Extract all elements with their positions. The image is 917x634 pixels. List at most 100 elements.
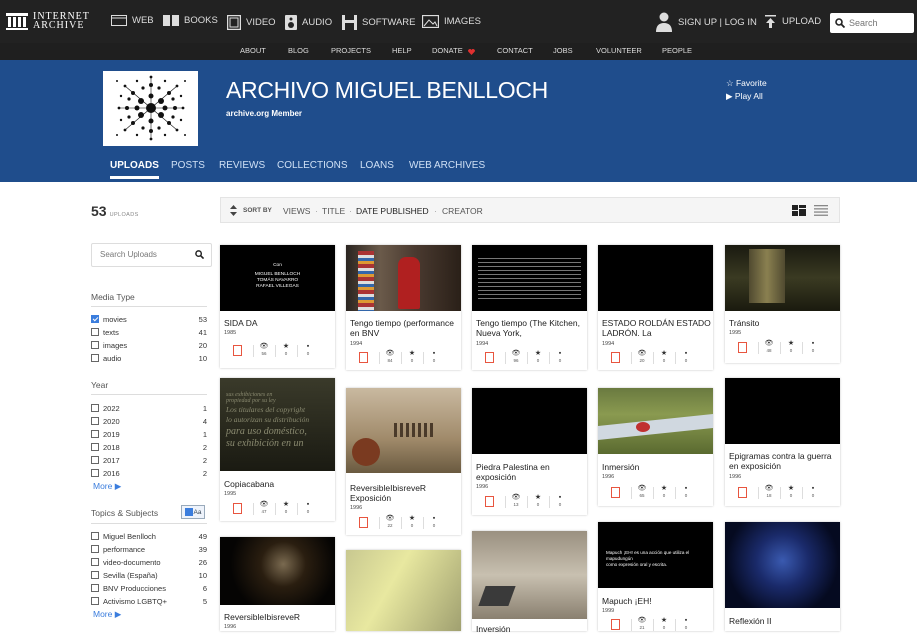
item-tile[interactable]: Tránsito 1995 👁 48 ★ 0 ▪ 0 xyxy=(725,245,840,363)
checkbox[interactable] xyxy=(91,558,99,566)
item-thumbnail[interactable] xyxy=(346,388,461,473)
facet-movies[interactable]: movies 53 xyxy=(91,314,207,324)
checkbox[interactable] xyxy=(91,597,99,605)
subnav-jobs[interactable]: JOBS xyxy=(553,46,573,55)
item-thumbnail[interactable] xyxy=(346,550,461,631)
top-search-input[interactable] xyxy=(849,18,913,28)
item-title[interactable]: Piedra Palestina en exposición xyxy=(476,462,587,482)
item-thumbnail[interactable] xyxy=(472,388,587,454)
tab-web-archives[interactable]: WEB ARCHIVES xyxy=(409,160,485,171)
facet-texts[interactable]: texts 41 xyxy=(91,327,207,337)
item-tile[interactable]: sus exhibiciones en propiedad por su ley… xyxy=(220,378,335,521)
item-thumbnail[interactable]: Mapuch ¡EH! es una acción que utiliza el… xyxy=(598,522,713,588)
facet-year[interactable]: 2017 2 xyxy=(91,455,207,465)
subnav-contact[interactable]: CONTACT xyxy=(497,46,533,55)
checkbox[interactable] xyxy=(91,532,99,540)
sort-creator[interactable]: CREATOR xyxy=(442,206,483,216)
tile-view-icon[interactable] xyxy=(792,205,806,216)
item-title[interactable]: Mapuch ¡EH! xyxy=(602,596,652,606)
item-tile[interactable]: Con MIGUEL BENLLOCH TOMÁS NAVARRO RAFAEL… xyxy=(220,245,335,368)
sort-date-published[interactable]: DATE PUBLISHED xyxy=(356,206,429,216)
facet-year[interactable]: 2022 1 xyxy=(91,403,207,413)
item-tile[interactable]: ReversibleIbisreveR Exposición 1996 👁 22 … xyxy=(346,388,461,535)
facet-audio[interactable]: audio 10 xyxy=(91,353,207,363)
topics-more-link[interactable]: More ▶ xyxy=(93,609,121,620)
facet-year[interactable]: 2020 4 xyxy=(91,416,207,426)
checkbox[interactable] xyxy=(91,571,99,579)
subnav-volunteer[interactable]: VOLUNTEER xyxy=(596,46,642,55)
nav-video[interactable]: VIDEO xyxy=(227,15,276,30)
item-title[interactable]: ReversibleIbisreveR xyxy=(224,612,300,622)
facet-topic[interactable]: performance 39 xyxy=(91,544,207,554)
subnav-blog[interactable]: BLOG xyxy=(288,46,309,55)
checkbox[interactable] xyxy=(91,545,99,553)
item-thumbnail[interactable] xyxy=(725,522,840,608)
item-thumbnail[interactable] xyxy=(598,388,713,454)
item-title[interactable]: Tengo tiempo (The Kitchen, Nueva York, xyxy=(476,318,587,338)
nav-software[interactable]: SOFTWARE xyxy=(342,15,415,30)
tab-posts[interactable]: POSTS xyxy=(171,160,205,171)
item-thumbnail[interactable] xyxy=(346,245,461,311)
checkbox[interactable] xyxy=(91,443,99,451)
item-thumbnail[interactable] xyxy=(725,378,840,444)
tab-reviews[interactable]: REVIEWS xyxy=(219,160,265,171)
checkbox[interactable] xyxy=(91,328,99,336)
tab-loans[interactable]: LOANS xyxy=(360,160,394,171)
item-thumbnail[interactable]: sus exhibiciones en propiedad por su ley… xyxy=(220,378,335,471)
subnav-projects[interactable]: PROJECTS xyxy=(331,46,371,55)
item-thumbnail[interactable] xyxy=(725,245,840,311)
signup-login[interactable]: SIGN UP | LOG IN xyxy=(656,12,757,32)
item-title[interactable]: ReversibleIbisreveR Exposición xyxy=(350,483,461,503)
sort-title[interactable]: TITLE xyxy=(322,206,345,216)
tab-collections[interactable]: COLLECTIONS xyxy=(277,160,348,171)
item-title[interactable]: Inversión xyxy=(476,624,511,634)
year-more-link[interactable]: More ▶ xyxy=(93,481,121,492)
item-thumbnail[interactable]: Con MIGUEL BENLLOCH TOMÁS NAVARRO RAFAEL… xyxy=(220,245,335,311)
item-tile[interactable]: Piedra Palestina en exposición 1996 👁 13 … xyxy=(472,388,587,515)
facet-year[interactable]: 2016 2 xyxy=(91,468,207,478)
item-tile[interactable]: Inmersión 1996 👁 65 ★ 0 ▪ 0 xyxy=(598,388,713,506)
search-uploads-box[interactable]: Search Uploads xyxy=(91,243,212,267)
facet-year[interactable]: 2018 2 xyxy=(91,442,207,452)
item-title[interactable]: Inmersión xyxy=(602,462,639,472)
item-thumbnail[interactable] xyxy=(220,537,335,605)
item-thumbnail[interactable] xyxy=(472,531,587,619)
item-tile[interactable]: ReversibleIbisreveR 1996 xyxy=(220,537,335,631)
facet-topic[interactable]: video-documento 26 xyxy=(91,557,207,567)
item-tile[interactable]: Reflexión II xyxy=(725,522,840,631)
checkbox[interactable] xyxy=(91,341,99,349)
subnav-about[interactable]: ABOUT xyxy=(240,46,266,55)
item-tile[interactable]: Inversión xyxy=(472,531,587,634)
item-tile[interactable]: Tengo tiempo (The Kitchen, Nueva York, 1… xyxy=(472,245,587,370)
nav-books[interactable]: BOOKS xyxy=(163,15,218,26)
item-title[interactable]: Tengo tiempo (performance en BNV xyxy=(350,318,461,338)
checkbox[interactable] xyxy=(91,354,99,362)
item-title[interactable]: SIDA DA xyxy=(224,318,258,328)
subnav-donate[interactable]: DONATE xyxy=(432,46,463,55)
play-all-button[interactable]: ▶ Play All xyxy=(726,91,763,102)
nav-audio[interactable]: AUDIO xyxy=(285,15,332,30)
item-tile[interactable]: Tengo tiempo (performance en BNV 1994 👁 8… xyxy=(346,245,461,370)
internet-archive-logo[interactable]: INTERNET ARCHIVE xyxy=(6,12,90,31)
checkbox[interactable] xyxy=(91,430,99,438)
facet-topic[interactable]: BNV Producciones 6 xyxy=(91,583,207,593)
item-title[interactable]: Tránsito xyxy=(729,318,759,328)
checkbox-checked[interactable] xyxy=(91,315,99,323)
tab-uploads[interactable]: UPLOADS xyxy=(110,160,159,179)
item-tile[interactable] xyxy=(346,550,461,631)
facet-year[interactable]: 2019 1 xyxy=(91,429,207,439)
item-title[interactable]: Copiacabana xyxy=(224,479,274,489)
subnav-help[interactable]: HELP xyxy=(392,46,412,55)
item-thumbnail[interactable] xyxy=(472,245,587,311)
top-search-box[interactable] xyxy=(830,13,914,33)
item-thumbnail[interactable] xyxy=(598,245,713,311)
checkbox[interactable] xyxy=(91,404,99,412)
facet-images[interactable]: images 20 xyxy=(91,340,207,350)
nav-web[interactable]: WEB xyxy=(111,15,154,26)
facet-topic[interactable]: Sevilla (España) 10 xyxy=(91,570,207,580)
topics-view-toggle[interactable]: Aa xyxy=(181,505,205,519)
checkbox[interactable] xyxy=(91,417,99,425)
checkbox[interactable] xyxy=(91,456,99,464)
nav-images[interactable]: IMAGES xyxy=(422,15,481,28)
item-tile[interactable]: ESTADO ROLDÁN ESTADO LADRÓN. La 1994 👁 20… xyxy=(598,245,713,370)
